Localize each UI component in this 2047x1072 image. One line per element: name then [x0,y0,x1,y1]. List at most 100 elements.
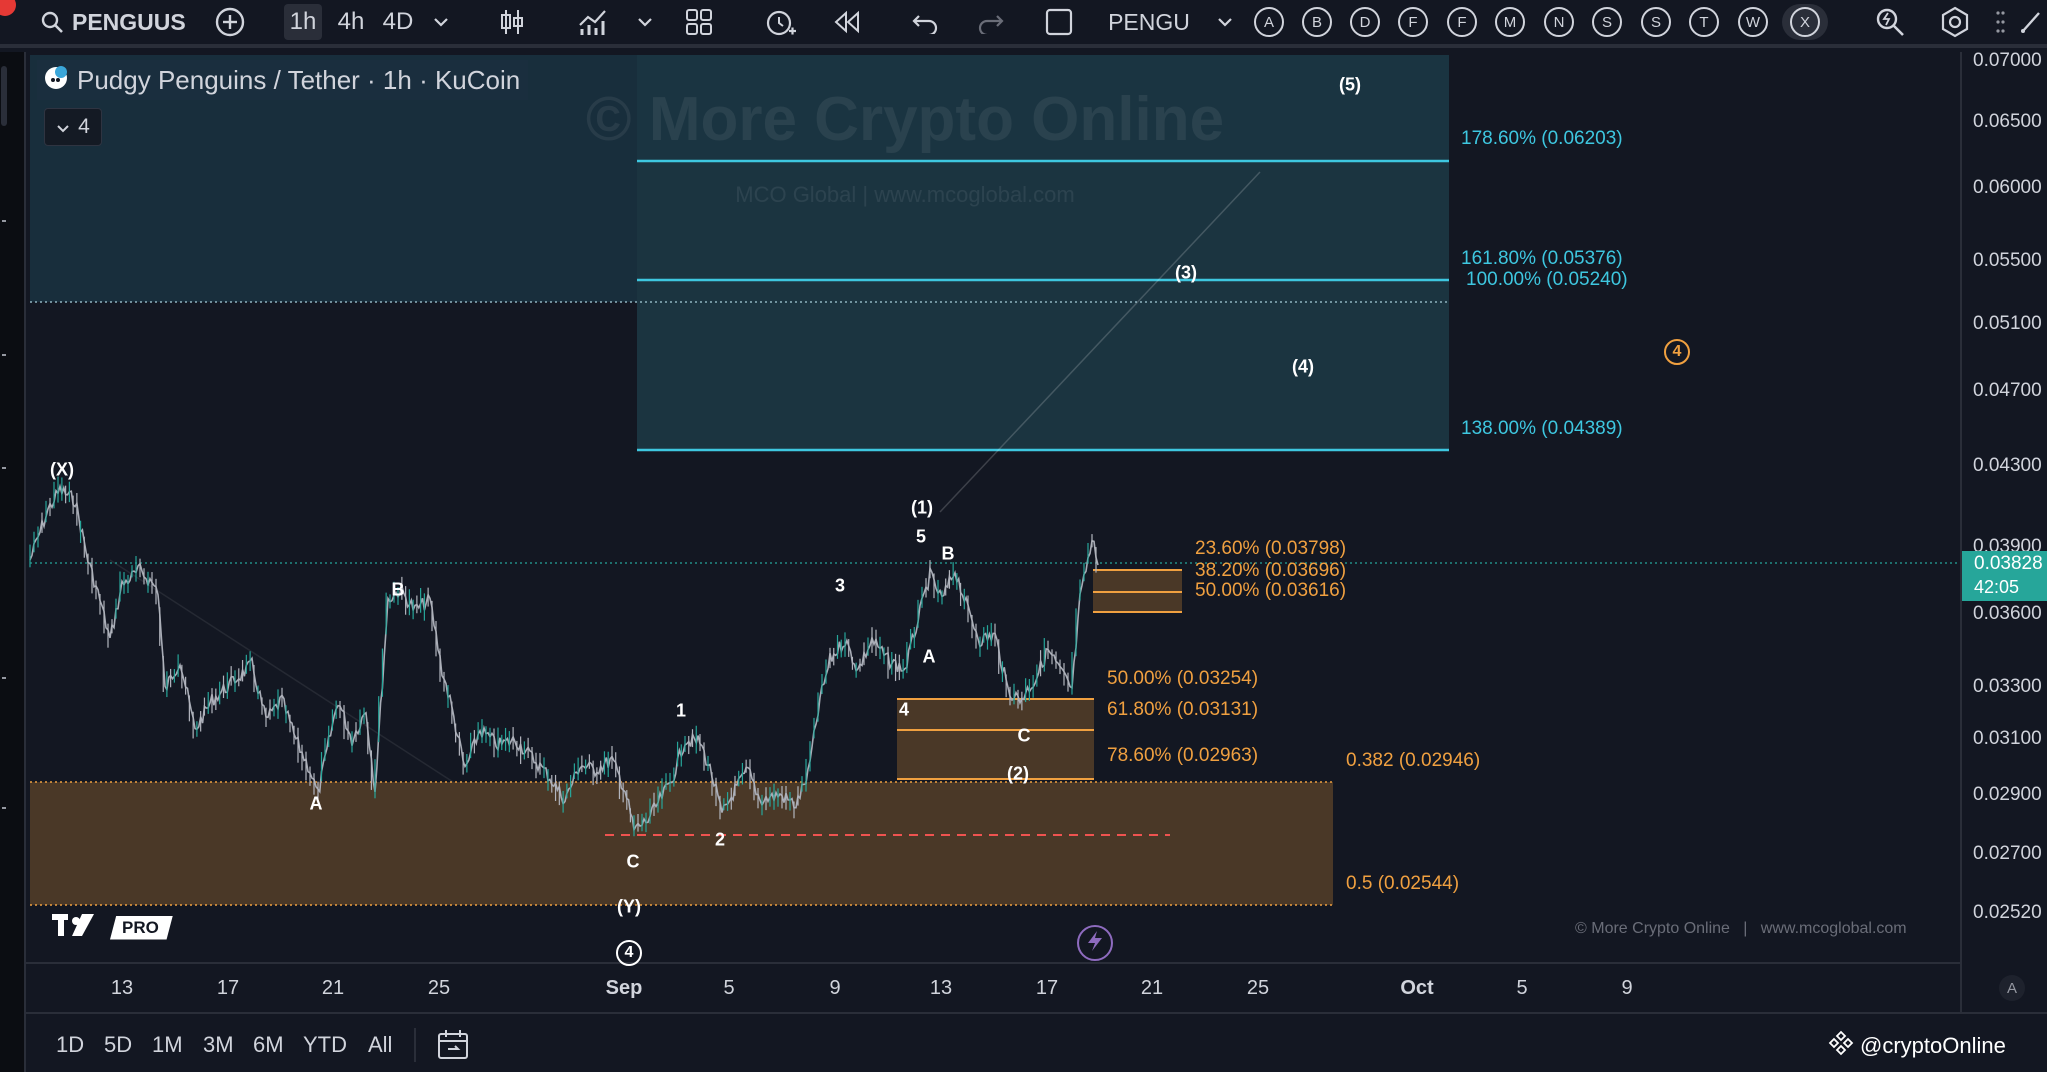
plus-circle-icon [214,6,246,38]
range-6m[interactable]: 6M [253,1032,284,1058]
tradingview-logo[interactable]: PRO [52,912,173,943]
timeframe-label: 4D [382,8,414,35]
quick-symbol-t[interactable]: T [1689,4,1719,40]
quick-symbol-s2[interactable]: S [1641,4,1671,40]
support-zone [30,782,1333,905]
indicators-button[interactable] [575,4,611,40]
alert-button[interactable] [762,4,798,40]
quick-symbol-n[interactable]: N [1544,4,1574,40]
timeframe-dropdown[interactable] [428,4,454,40]
fib-label-236: 23.60% (0.03798) [1195,538,1347,559]
indicators-dropdown[interactable] [632,4,658,40]
range-1d[interactable]: 1D [56,1032,84,1058]
letter-pill: F [1398,7,1428,37]
range-5d[interactable]: 5D [104,1032,132,1058]
fullscreen-button[interactable] [1042,4,1076,40]
timeframe-4h[interactable]: 4h [332,4,370,40]
chevron-down-icon [433,17,449,27]
letter-pill: S [1641,7,1671,37]
footer-credit-text: @cryptoOnline [1860,1033,2006,1058]
current-price-tag: 0.03828 42:05 [1962,551,2047,601]
fib-label-138: 138.00% (0.04389) [1461,418,1623,439]
settings-button[interactable] [1937,4,1973,40]
letter-pill: T [1689,7,1719,37]
quick-symbol-w[interactable]: W [1738,4,1768,40]
symbol-search[interactable]: PENGUUS [40,4,190,40]
wave-label-2: 2 [714,829,726,850]
date-range-button[interactable] [436,1028,472,1067]
quick-symbol-f2[interactable]: F [1447,4,1477,40]
price-chart[interactable]: © More Crypto Online MCO Global | www.mc… [26,52,1960,1012]
price-label: 0.06500 [1973,111,2042,132]
letter-pill: N [1544,7,1574,37]
fib-label-786: 78.60% (0.02963) [1107,745,1259,766]
drag-handle[interactable] [1990,4,2010,40]
undo-icon [911,10,939,34]
fib-label-0382: 0.382 (0.02946) [1346,750,1481,771]
pen-tool-button[interactable] [2018,4,2044,40]
price-label: 0.05500 [1973,250,2042,271]
fib-label-382: 38.20% (0.03696) [1195,560,1347,581]
timeframe-4D[interactable]: 4D [378,4,418,40]
undo-button[interactable] [908,4,942,40]
replay-button[interactable] [830,4,864,40]
auto-scale-button[interactable]: A [1999,975,2025,1001]
quick-symbol-d[interactable]: D [1350,4,1380,40]
wave-label-c: C [626,851,640,872]
compare-dropdown[interactable] [1212,4,1238,40]
range-ytd[interactable]: YTD [303,1032,347,1058]
replay-bolt-button[interactable] [1077,925,1113,961]
price-label: 0.03600 [1973,603,2042,624]
chart-legend[interactable]: Pudgy Penguins / Tether · 1h · KuCoin [37,60,529,100]
quick-symbol-x[interactable]: X [1782,4,1828,40]
toolbar-marker [2,354,6,356]
fib-label-618: 61.80% (0.03131) [1107,699,1259,720]
bolt-icon [1086,930,1104,957]
price-label: 0.07000 [1973,50,2042,71]
quick-symbol-b[interactable]: B [1302,4,1332,40]
dots-grid-icon [1995,9,2005,35]
wave-label-a2: A [922,646,936,667]
add-symbol-button[interactable] [212,4,248,40]
chevron-down-icon [1217,17,1233,27]
compare-symbol-label[interactable]: PENGU [1106,4,1192,40]
wave-label-b: B [391,579,405,600]
timeframe-1h[interactable]: 1h [284,4,322,40]
indicators-collapse-button[interactable]: 4 [44,108,102,146]
toolbar-marker [2,467,6,469]
wave-label-p4: (4) [1292,356,1314,377]
range-all[interactable]: All [368,1032,392,1058]
quick-symbol-a[interactable]: A [1254,4,1284,40]
quick-symbol-m[interactable]: M [1495,4,1525,40]
price-label: 0.04700 [1973,380,2042,401]
time-label: 13 [929,977,953,999]
toolbar-toggle[interactable] [1,66,7,126]
letter-pill: M [1495,7,1525,37]
price-label: 0.02700 [1973,843,2042,864]
rewind-icon [832,9,862,35]
time-label: 21 [1140,977,1164,999]
chart-type-button[interactable] [495,4,529,40]
timeframe-label: 1h [289,8,317,35]
binance-icon [1828,1030,1854,1062]
quick-symbol-s1[interactable]: S [1592,4,1622,40]
quick-symbol-f1[interactable]: F [1398,4,1428,40]
range-3m[interactable]: 3M [203,1032,234,1058]
price-label: 0.05100 [1973,313,2042,334]
fib-label-05: 0.5 (0.02544) [1346,873,1460,894]
alarm-clock-icon [763,6,797,38]
time-label: 9 [829,977,841,999]
layouts-button[interactable] [682,4,716,40]
symbol-input[interactable]: PENGUUS [72,9,186,36]
quick-search-button[interactable] [1872,4,1908,40]
chevron-down-icon [637,17,653,27]
notification-badge[interactable] [0,0,16,16]
fib-label-100: 100.00% (0.05240) [1466,269,1628,290]
search-icon [40,10,64,34]
redo-button[interactable] [974,4,1008,40]
letter-pill: W [1738,7,1768,37]
current-price-value: 0.03828 [1974,553,2043,574]
range-1m[interactable]: 1M [152,1032,183,1058]
legend-title: Pudgy Penguins / Tether · 1h · KuCoin [77,64,521,95]
range-divider [414,1028,416,1062]
